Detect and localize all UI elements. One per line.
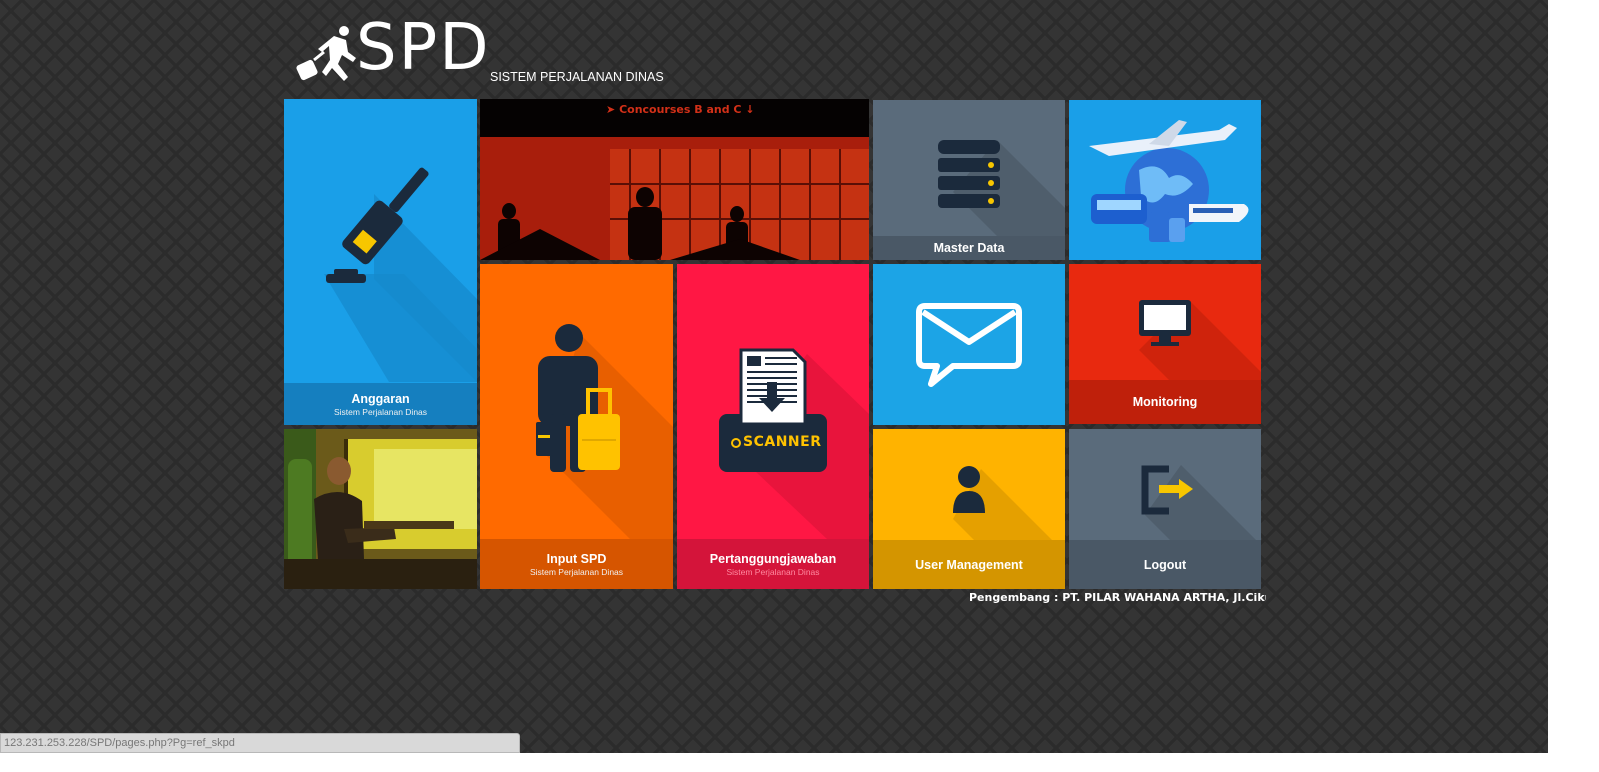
scrollbar-track[interactable]: [1548, 0, 1599, 772]
concourse-sign-text: Concourses B and C: [619, 103, 742, 116]
monitoring-label-band: Monitoring: [1069, 380, 1261, 424]
scanner-document-icon: [719, 348, 869, 539]
logo-subtitle: SISTEM PERJALANAN DINAS: [490, 70, 664, 84]
master-data-title: Master Data: [933, 241, 1005, 255]
developer-footer: Pengembang : PT. PILAR WAHANA ARTHA, Jl.…: [969, 591, 1266, 604]
tile-airport-photo[interactable]: ➤ Concourses B and C ↓: [480, 99, 869, 260]
pertanggungjawaban-title: Pertanggungjawaban: [709, 551, 837, 566]
logout-title: Logout: [1143, 557, 1187, 572]
logo-title: SPD: [356, 11, 491, 85]
tile-pertanggungjawaban[interactable]: SCANNER Pertanggungjawaban Sistem Perjal…: [677, 264, 869, 589]
logout-label-band: Logout: [1069, 540, 1261, 589]
input-spd-subtitle: Sistem Perjalanan Dinas: [529, 566, 624, 577]
tile-user-management[interactable]: User Management: [873, 429, 1065, 589]
pertanggungjawaban-subtitle: Sistem Perjalanan Dinas: [726, 566, 820, 577]
pertanggungjawaban-label-band: Pertanggungjawaban Sistem Perjalanan Din…: [677, 539, 869, 589]
monitoring-title: Monitoring: [1132, 395, 1198, 409]
input-spd-label-band: Input SPD Sistem Perjalanan Dinas: [480, 539, 673, 589]
user-management-label-band: User Management: [873, 540, 1065, 589]
down-arrow-icon: ↓: [745, 103, 755, 116]
anggaran-title: Anggaran: [351, 391, 410, 406]
tile-monitoring[interactable]: Monitoring: [1069, 264, 1261, 424]
anggaran-subtitle: Sistem Perjalanan Dinas: [333, 406, 428, 417]
user-management-title: User Management: [915, 557, 1023, 572]
tile-anggaran[interactable]: Anggaran Sistem Perjalanan Dinas: [284, 99, 477, 425]
tile-logout[interactable]: Logout: [1069, 429, 1261, 589]
tile-master-data[interactable]: Master Data: [873, 100, 1065, 260]
gavel-icon: [324, 167, 477, 382]
scanner-label: SCANNER: [743, 434, 822, 450]
travel-globe-icon: [1089, 120, 1249, 242]
tile-input-spd[interactable]: Input SPD Sistem Perjalanan Dinas: [480, 264, 673, 589]
anggaran-label-band: Anggaran Sistem Perjalanan Dinas: [284, 383, 477, 425]
window-bottom-edge: [0, 753, 1548, 772]
input-spd-title: Input SPD: [546, 551, 607, 566]
concourse-sign: ➤ Concourses B and C ↓: [606, 103, 755, 116]
master-data-label-band: Master Data: [873, 236, 1065, 260]
status-bar-url: 123.231.253.228/SPD/pages.php?Pg=ref_skp…: [0, 733, 520, 753]
envelope-message-icon: [916, 303, 1022, 387]
tile-transport[interactable]: [1069, 100, 1261, 260]
train-passenger-image: [284, 429, 477, 589]
tile-train-photo[interactable]: [284, 429, 477, 589]
airport-concourse-image: [480, 99, 869, 260]
traveler-logo-icon: [296, 26, 356, 81]
tile-message[interactable]: [873, 264, 1065, 425]
traveler-luggage-icon: [536, 324, 673, 539]
circle-arrow-icon: ➤: [606, 103, 616, 116]
